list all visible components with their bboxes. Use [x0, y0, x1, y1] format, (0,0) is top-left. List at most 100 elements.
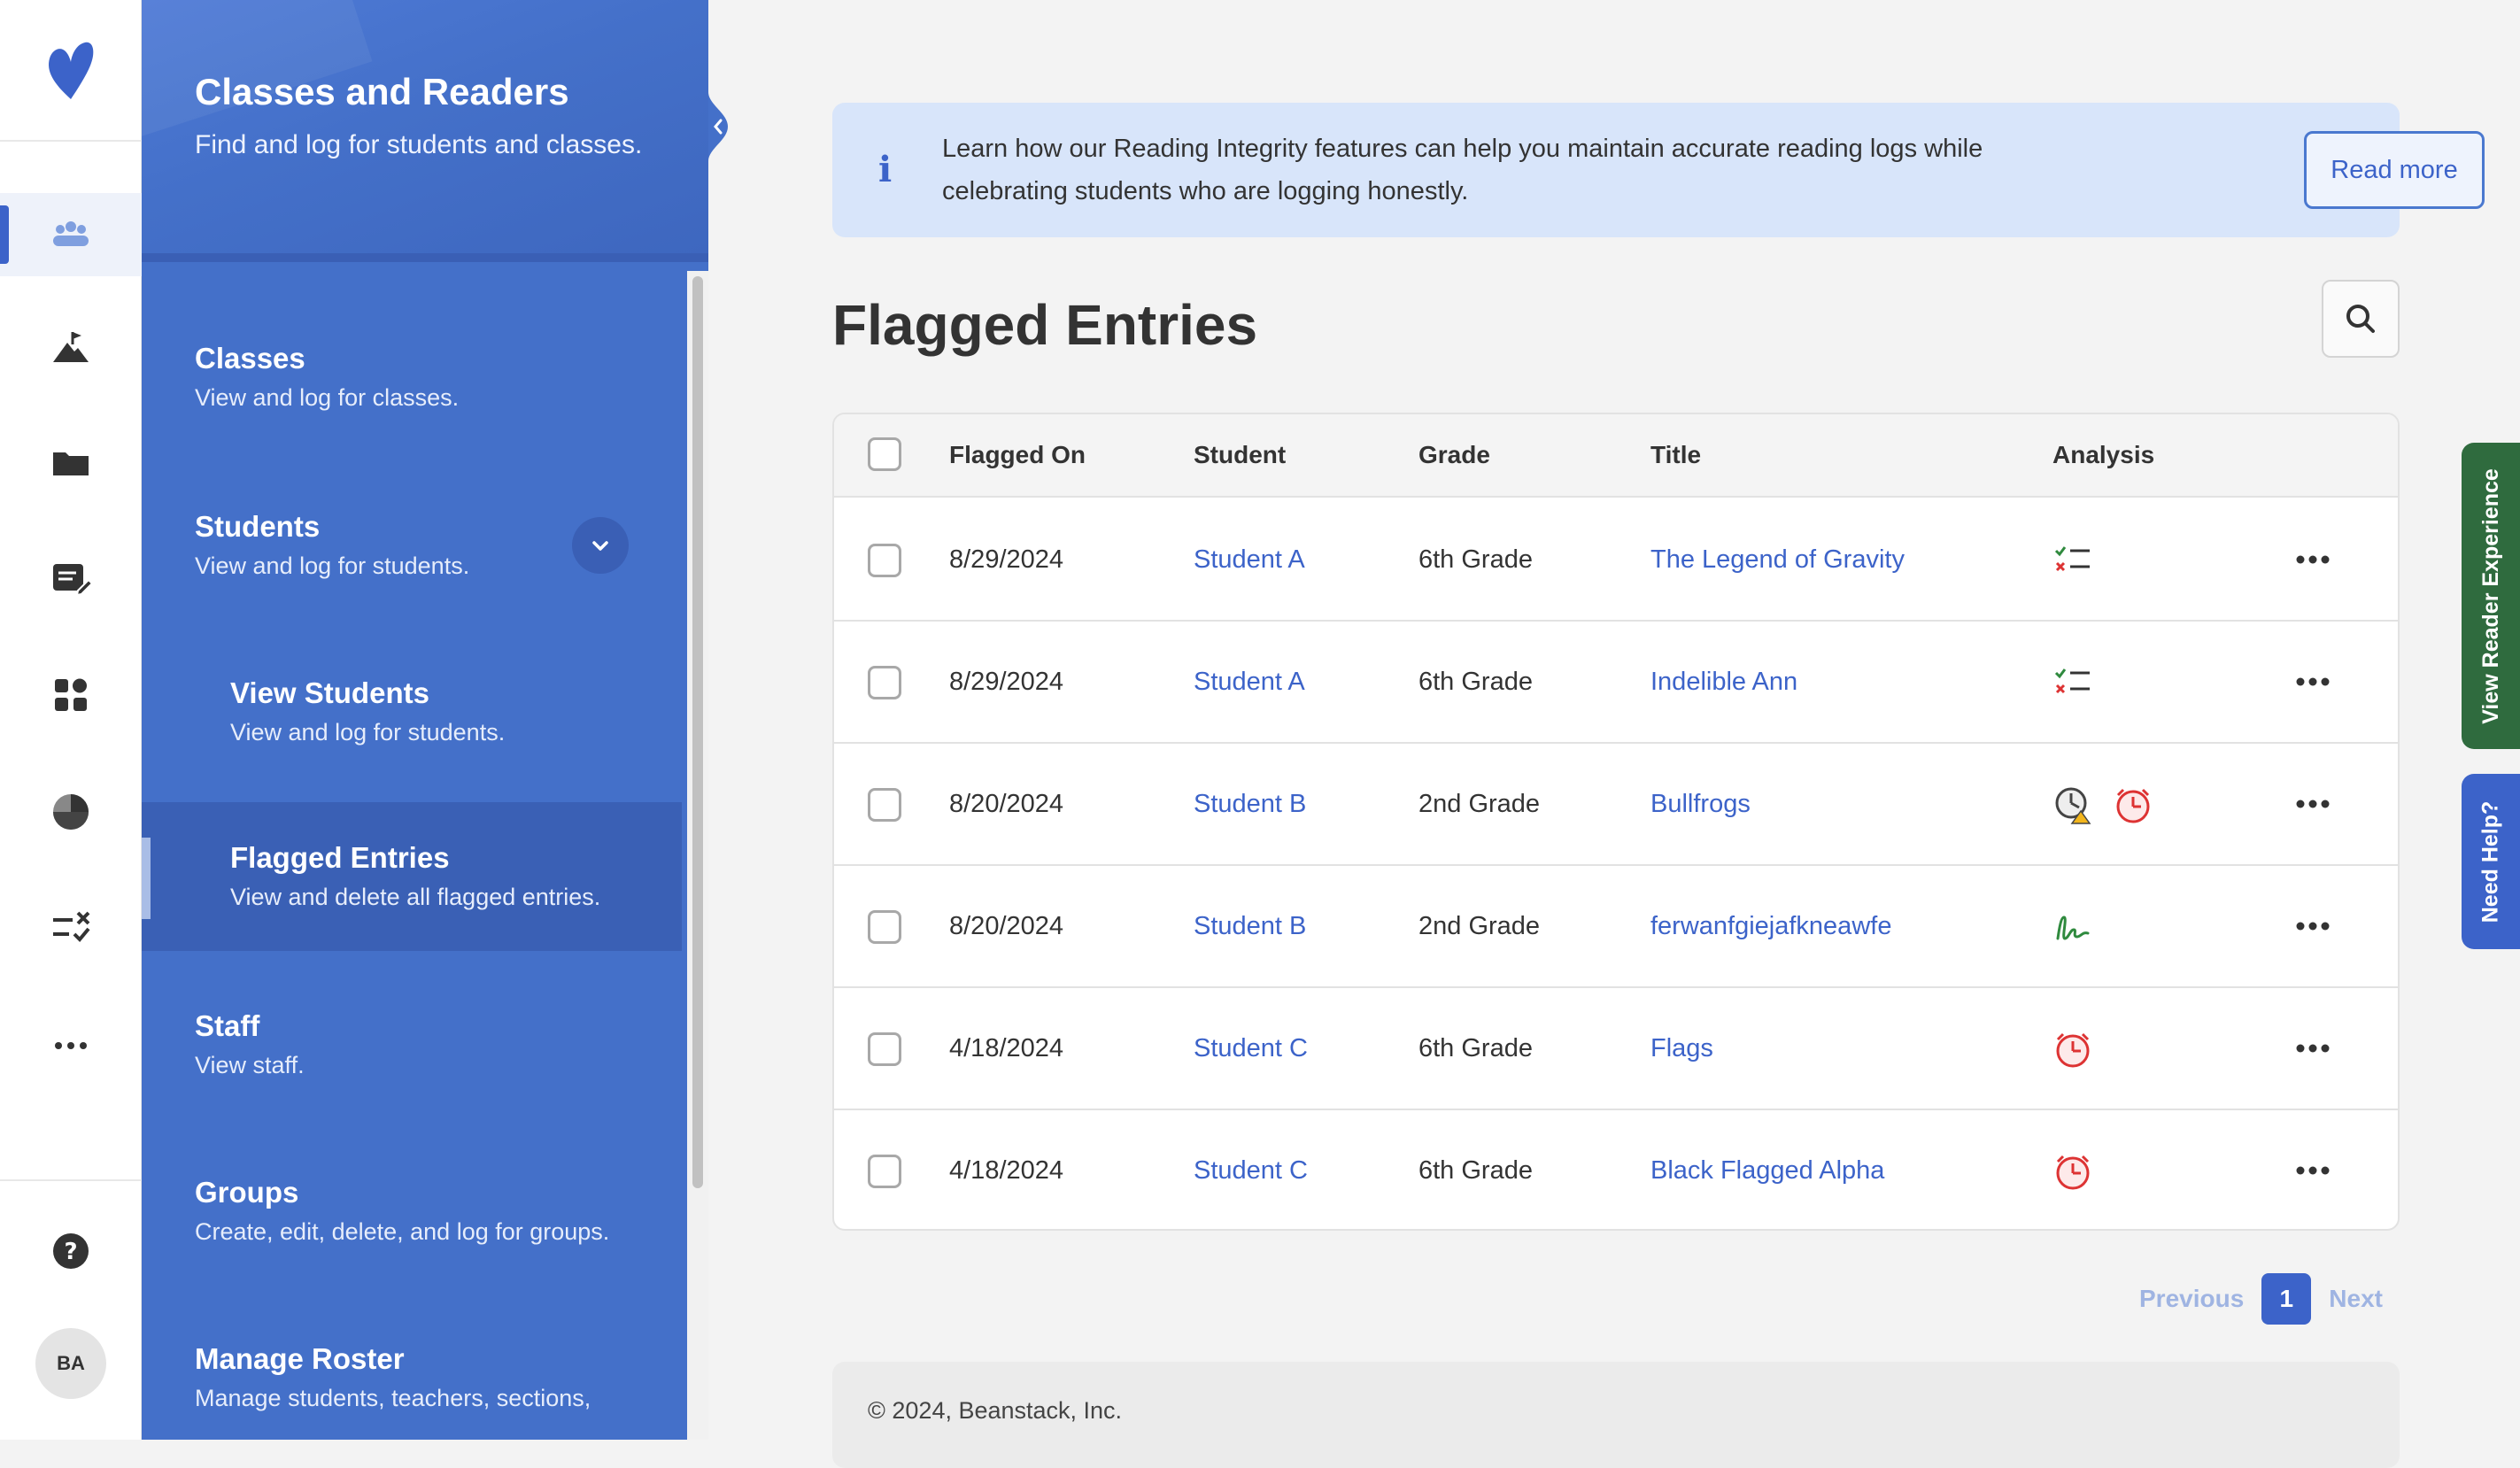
table-row: 8/20/2024 Student B 2nd Grade Bullfrogs: [834, 744, 2398, 866]
current-page-button[interactable]: 1: [2261, 1273, 2312, 1325]
row-checkbox[interactable]: [868, 1155, 901, 1188]
student-link[interactable]: Student B: [1194, 912, 1306, 941]
info-banner: i Learn how our Reading Integrity featur…: [832, 103, 2485, 237]
analysis-signature-icon[interactable]: [2052, 907, 2093, 947]
svg-text:?: ?: [64, 1239, 77, 1265]
grade-cell: 2nd Grade: [1418, 790, 1541, 818]
title-link[interactable]: Black Flagged Alpha: [1650, 1156, 1884, 1186]
student-link[interactable]: Student C: [1194, 1034, 1308, 1063]
title-link[interactable]: Flags: [1650, 1034, 1713, 1063]
flagged-date: 4/18/2024: [949, 1156, 1064, 1185]
flagged-date: 8/20/2024: [949, 912, 1064, 940]
clock-warning-icon: [2055, 787, 2091, 824]
rail-item-review[interactable]: [0, 885, 142, 969]
rail-item-logs[interactable]: [0, 537, 142, 620]
more-icon: [55, 1042, 87, 1049]
row-checkbox[interactable]: [868, 910, 901, 944]
rail-item-help[interactable]: ?: [0, 1209, 142, 1293]
row-actions-button[interactable]: [2286, 542, 2339, 577]
rail-item-badges[interactable]: [0, 653, 142, 737]
rail-item-readers[interactable]: [0, 193, 142, 276]
nav-item-groups[interactable]: Groups Create, edit, delete, and log for …: [142, 1167, 682, 1264]
nav-item-view-students[interactable]: View Students View and log for students.: [142, 668, 682, 765]
table-row: 4/18/2024 Student C 6th Grade Black Flagged…: [834, 1110, 2398, 1229]
column-header[interactable]: Flagged On: [949, 441, 1086, 469]
row-checkbox[interactable]: [868, 666, 901, 699]
analysis-alarm-clock-icon[interactable]: [2113, 784, 2153, 825]
side-panel: Classes and Readers Find and log for stu…: [142, 0, 708, 1440]
signature-icon: [2056, 916, 2090, 940]
nav-item-title: Staff: [195, 1009, 260, 1042]
nav-item-staff[interactable]: Staff View staff.: [142, 1001, 682, 1098]
row-checkbox[interactable]: [868, 544, 901, 577]
chevron-down-icon: [592, 541, 608, 551]
next-page-link[interactable]: Next: [2329, 1285, 2383, 1313]
beanstack-logo-icon[interactable]: [44, 39, 97, 101]
user-avatar[interactable]: BA: [35, 1328, 106, 1399]
flagged-date: 8/29/2024: [949, 545, 1064, 574]
panel-nav: Classes View and log for classes. Students…: [142, 271, 682, 1440]
nav-item-desc: View and delete all flagged entries.: [230, 884, 601, 910]
flagged-date: 8/29/2024: [949, 668, 1064, 696]
title-link[interactable]: The Legend of Gravity: [1650, 545, 1905, 575]
analysis-checklist-flag-icon[interactable]: [2052, 662, 2093, 703]
previous-page-link[interactable]: Previous: [2139, 1285, 2244, 1313]
rail-item-challenges[interactable]: [0, 306, 142, 390]
panel-scrollbar[interactable]: [687, 271, 708, 1440]
column-header: Analysis: [2052, 441, 2155, 468]
column-header[interactable]: Title: [1650, 441, 1701, 469]
title-link[interactable]: ferwanfgiejafkneawfe: [1650, 912, 1891, 941]
select-all-checkbox[interactable]: [868, 437, 901, 471]
nav-item-desc: View and log for classes.: [195, 384, 460, 411]
nav-item-desc: View staff.: [195, 1052, 305, 1078]
nav-item-manage-roster[interactable]: Manage Roster Manage students, teachers, …: [142, 1333, 682, 1431]
main-content: i Learn how our Reading Integrity featur…: [708, 0, 2520, 1468]
alarm-clock-icon: [2116, 788, 2150, 823]
row-actions-button[interactable]: [2286, 1031, 2339, 1066]
analysis-alarm-clock-icon[interactable]: [2052, 1029, 2093, 1070]
side-tab-label: Need Help?: [2477, 800, 2503, 923]
table-row: 8/29/2024 Student A 6th Grade The Legend of…: [834, 499, 2398, 622]
rail-item-more[interactable]: [0, 1004, 142, 1087]
nav-item-title: Students: [195, 510, 321, 543]
analysis-clock-warning-icon[interactable]: [2052, 784, 2093, 825]
search-button[interactable]: [2322, 280, 2400, 358]
nav-item-classes[interactable]: Classes View and log for classes.: [142, 333, 682, 430]
help-icon: ?: [53, 1233, 89, 1269]
column-header[interactable]: Grade: [1418, 441, 1490, 469]
read-more-button[interactable]: Read more: [2304, 131, 2485, 209]
analysis-icons: [2052, 784, 2153, 825]
row-actions-button[interactable]: [2286, 908, 2339, 944]
analysis-alarm-clock-icon[interactable]: [2052, 1151, 2093, 1192]
student-link[interactable]: Student A: [1194, 545, 1305, 575]
pie-chart-icon: [53, 794, 89, 830]
flagged-date: 8/20/2024: [949, 790, 1064, 818]
title-link[interactable]: Indelible Ann: [1650, 668, 1797, 697]
rail-item-reports[interactable]: [0, 770, 142, 854]
student-link[interactable]: Student B: [1194, 790, 1306, 819]
title-link[interactable]: Bullfrogs: [1650, 790, 1751, 819]
row-actions-button[interactable]: [2286, 1153, 2339, 1188]
row-checkbox[interactable]: [868, 788, 901, 822]
grade-cell: 6th Grade: [1418, 1034, 1533, 1062]
view-reader-experience-tab[interactable]: View Reader Experience: [2462, 443, 2520, 749]
nav-item-flagged-entries[interactable]: Flagged Entries View and delete all flagg…: [142, 802, 682, 951]
info-icon: i: [878, 149, 893, 190]
column-header[interactable]: Student: [1194, 441, 1286, 469]
nav-item-title: Manage Roster: [195, 1342, 405, 1375]
scrollbar-thumb[interactable]: [692, 276, 703, 1188]
page-title: Flagged Entries: [832, 293, 1258, 357]
row-checkbox[interactable]: [868, 1032, 901, 1066]
need-help-tab[interactable]: Need Help?: [2462, 774, 2520, 949]
student-link[interactable]: Student A: [1194, 668, 1305, 697]
row-actions-button[interactable]: [2286, 664, 2339, 699]
students-expand-button[interactable]: [572, 517, 629, 574]
rail-item-resources[interactable]: [0, 421, 142, 505]
row-actions-button[interactable]: [2286, 786, 2339, 822]
analysis-checklist-flag-icon[interactable]: [2052, 540, 2093, 581]
student-link[interactable]: Student C: [1194, 1156, 1308, 1186]
nav-item-desc: View and log for students.: [230, 719, 506, 746]
icon-rail: ? BA: [0, 0, 142, 1440]
panel-header: Classes and Readers Find and log for stu…: [142, 0, 708, 262]
nav-item-desc: Manage students, teachers, sections,: [195, 1385, 591, 1411]
